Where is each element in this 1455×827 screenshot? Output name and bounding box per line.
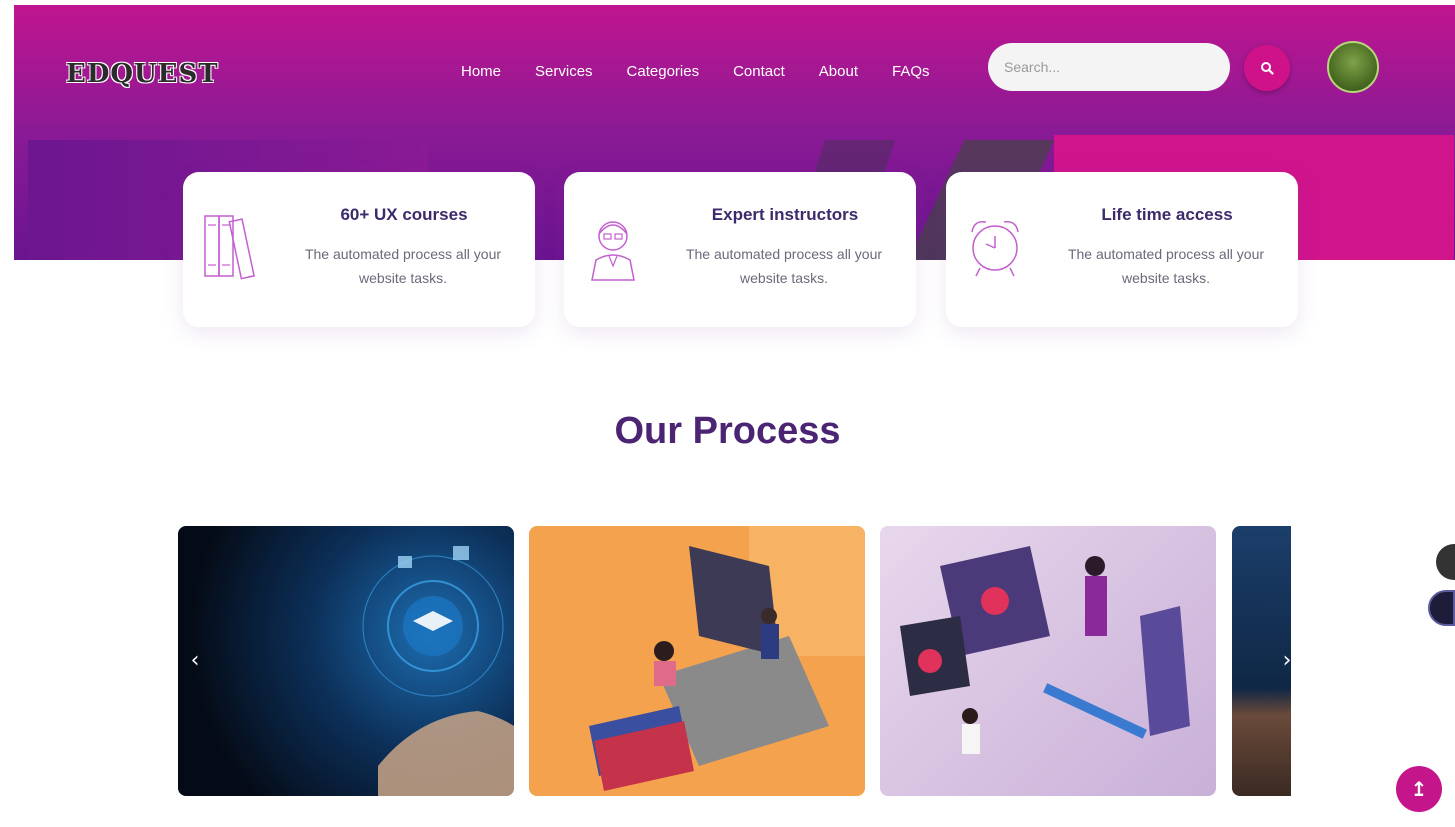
carousel-next-button[interactable]: › (1272, 640, 1302, 680)
feature-description: The automated process all your website t… (304, 246, 502, 286)
feature-title: 60+ UX courses (340, 205, 468, 224)
feature-description: The automated process all your website t… (1067, 246, 1265, 286)
carousel-slide[interactable] (178, 526, 514, 796)
side-widget-grid[interactable] (1436, 544, 1455, 580)
feature-title: Life time access (1101, 205, 1233, 224)
search-button[interactable] (1244, 45, 1290, 91)
feature-title: Expert instructors (711, 205, 859, 224)
search-input[interactable] (988, 43, 1230, 91)
user-avatar[interactable] (1327, 41, 1379, 93)
navbar: EDQUEST Home Services Categories Contact… (14, 5, 1455, 135)
nav-link-contact[interactable]: Contact (733, 63, 785, 80)
process-carousel[interactable] (178, 526, 1291, 796)
carousel-slide[interactable] (529, 526, 865, 796)
search-icon (1261, 62, 1274, 75)
online-class-illustration (589, 526, 865, 791)
main-nav: Home Services Categories Contact About F… (461, 63, 964, 80)
digital-learning-illustration (900, 546, 1190, 754)
nav-link-faqs[interactable]: FAQs (892, 63, 930, 80)
feature-card-access: Life time access The automated process a… (946, 172, 1298, 327)
nav-link-home[interactable]: Home (461, 63, 501, 80)
feature-card-courses: 60+ UX courses The automated process all… (183, 172, 535, 327)
nav-link-categories[interactable]: Categories (627, 63, 700, 80)
feature-description: The automated process all your website t… (685, 246, 883, 286)
feature-card-instructors: Expert instructors The automated process… (564, 172, 916, 327)
section-title-process: Our Process (614, 410, 841, 452)
books-icon (204, 215, 255, 280)
site-logo[interactable]: EDQUEST (66, 59, 219, 89)
carousel-prev-button[interactable]: ‹ (180, 640, 210, 680)
side-widget-chatbot[interactable] (1428, 590, 1455, 626)
instructor-icon (591, 221, 635, 281)
carousel-slide[interactable] (880, 526, 1216, 796)
nav-link-services[interactable]: Services (535, 63, 593, 80)
education-tech-illustration (362, 546, 514, 796)
alarm-clock-icon (971, 220, 1019, 277)
scroll-to-top-button[interactable]: ↥ (1396, 766, 1442, 812)
nav-link-about[interactable]: About (819, 63, 858, 80)
